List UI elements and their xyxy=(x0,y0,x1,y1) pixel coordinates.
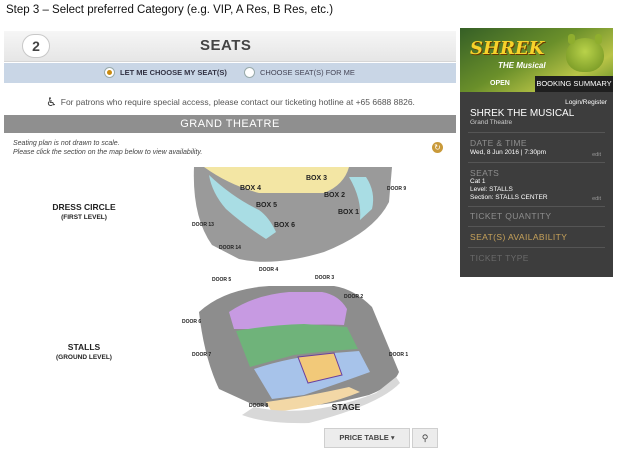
booking-panel: 2 SEATS LET ME CHOOSE MY SEAT(S) CHOOSE … xyxy=(4,27,456,454)
box-2-label[interactable]: BOX 2 xyxy=(324,192,345,199)
booking-summary-header: BOOKING SUMMARY xyxy=(535,76,613,92)
seating-map: DRESS CIRCLE (FIRST LEVEL) STALLS (GROUN… xyxy=(52,167,408,424)
door-3-label: DOOR 3 xyxy=(315,275,334,281)
door-2-label: DOOR 2 xyxy=(344,294,363,300)
seats-section: Section: STALLS CENTER xyxy=(470,194,548,201)
show-logo-sub: THE Musical xyxy=(498,61,546,70)
door-5-label: DOOR 5 xyxy=(212,277,231,283)
login-register-link[interactable]: Login/Register xyxy=(565,99,607,106)
dress-circle-label: DRESS CIRCLE xyxy=(52,202,116,212)
box-3-label[interactable]: BOX 3 xyxy=(306,175,327,182)
price-table-button[interactable]: PRICE TABLE ▾ xyxy=(324,428,410,448)
ticket-type-title: TICKET TYPE xyxy=(470,253,529,263)
seats-title: SEATS xyxy=(470,168,500,178)
price-table-label: PRICE TABLE xyxy=(339,433,389,442)
chevron-down-icon: ▾ xyxy=(390,433,395,442)
divider xyxy=(468,206,605,207)
ticket-quantity-title: TICKET QUANTITY xyxy=(470,211,552,221)
dress-circle-sublabel: (FIRST LEVEL) xyxy=(61,214,107,221)
box-5-label[interactable]: BOX 5 xyxy=(256,202,277,209)
search-icon: ⚲ xyxy=(421,433,429,443)
show-title: SHREK THE MUSICAL xyxy=(470,108,575,119)
date-time-title: DATE & TIME xyxy=(470,138,527,148)
stage-label: STAGE xyxy=(332,402,361,412)
seats-level: Level: STALLS xyxy=(470,186,513,193)
seats-category: Cat 1 xyxy=(470,178,486,185)
door-13-label: DOOR 13 xyxy=(192,222,214,228)
show-banner: SHREK THE Musical OPEN BOOKING SUMMARY xyxy=(460,28,613,92)
door-7-label: DOOR 7 xyxy=(192,352,211,358)
door-9-label: DOOR 9 xyxy=(387,186,406,192)
open-tag: OPEN xyxy=(490,80,510,87)
divider xyxy=(468,226,605,227)
divider xyxy=(468,247,605,248)
step-caption: Step 3 – Select preferred Category (e.g.… xyxy=(6,4,334,16)
door-4-label: DOOR 4 xyxy=(259,267,278,273)
box-1-label[interactable]: BOX 1 xyxy=(338,209,359,216)
date-edit-link[interactable]: edit xyxy=(592,152,601,158)
door-14-label: DOOR 14 xyxy=(219,245,241,251)
shrek-face-image xyxy=(566,34,604,72)
stalls-label: STALLS xyxy=(68,342,101,352)
seats-edit-link[interactable]: edit xyxy=(592,196,601,202)
venue-name: Grand Theatre xyxy=(470,119,513,126)
show-logo: SHREK xyxy=(470,38,545,59)
door-6-label: DOOR 6 xyxy=(182,319,201,325)
door-8-label: DOOR 8 xyxy=(249,403,268,409)
booking-summary-panel: SHREK THE Musical OPEN BOOKING SUMMARY L… xyxy=(460,28,613,277)
seat-availability-title: SEAT(S) AVAILABILITY xyxy=(470,232,568,242)
stalls-sublabel: (GROUND LEVEL) xyxy=(56,354,112,361)
box-4-label[interactable]: BOX 4 xyxy=(240,185,261,192)
divider xyxy=(468,162,605,163)
zoom-search-button[interactable]: ⚲ xyxy=(412,428,438,448)
date-time-value: Wed, 8 Jun 2016 | 7:30pm xyxy=(470,149,547,156)
box-6-label[interactable]: BOX 6 xyxy=(274,222,295,229)
door-1-label: DOOR 1 xyxy=(389,352,408,358)
divider xyxy=(468,132,605,133)
